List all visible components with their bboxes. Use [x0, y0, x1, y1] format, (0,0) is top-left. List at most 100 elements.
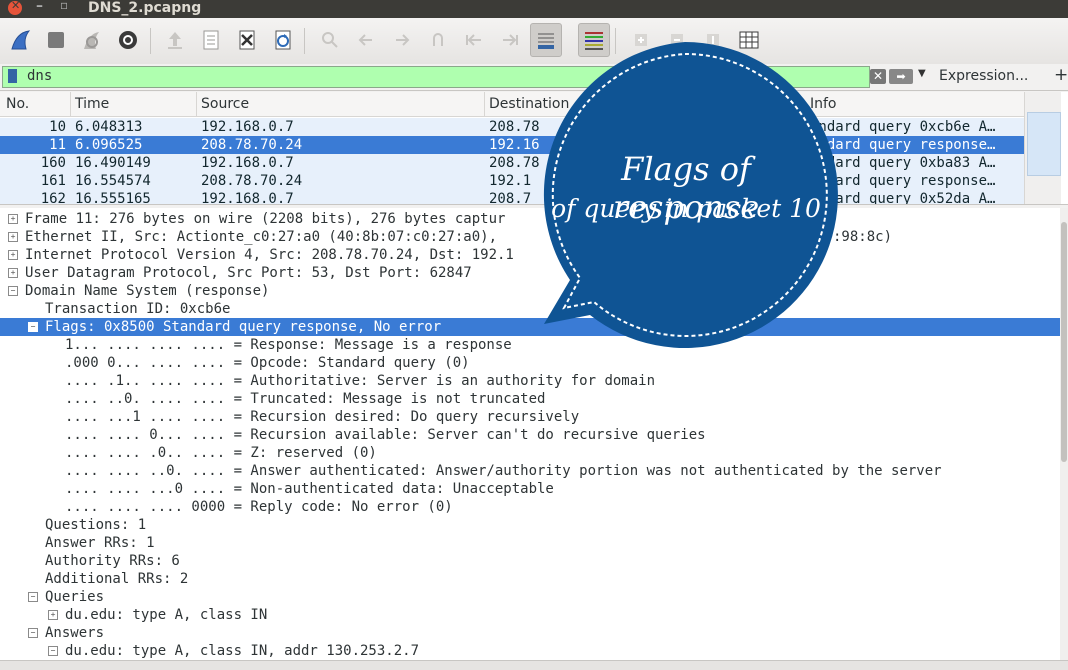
- detail-tree-item[interactable]: − du.edu: type A, class IN, addr 130.253.…: [0, 642, 1060, 660]
- packet-source: 192.168.0.7: [201, 119, 294, 135]
- collapse-icon[interactable]: −: [48, 646, 58, 656]
- stop-icon[interactable]: [41, 24, 71, 56]
- detail-tree-text: Transaction ID: 0xcb6e: [45, 301, 231, 317]
- window-maximize-button[interactable]: ▫: [60, 0, 68, 12]
- last-packet-icon[interactable]: [495, 24, 525, 56]
- packet-number: 11: [49, 137, 66, 153]
- packet-time: 16.555165: [75, 191, 151, 205]
- window-titlebar: ✕ – ▫ DNS_2.pcapng: [0, 0, 1068, 18]
- packet-row[interactable]: 162 16.555165 192.168.0.7 208.7 andard query…: [0, 190, 1024, 205]
- display-filter-value: dns: [27, 68, 53, 84]
- callout-subtitle: of query in packet 10: [551, 194, 821, 223]
- toolbar-separator: [304, 28, 305, 54]
- detail-tree-item[interactable]: .... ...1 .... .... = Recursion desired:…: [0, 408, 1060, 426]
- first-packet-icon[interactable]: [459, 24, 489, 56]
- detail-tree-item[interactable]: Authority RRs: 6: [0, 552, 1060, 570]
- detail-tree-text: Ethernet II, Src: Actionte_c0:27:a0 (40:…: [25, 229, 498, 245]
- find-icon[interactable]: [315, 24, 345, 56]
- detail-tree-item[interactable]: .... .... ..0. .... = Answer authenticat…: [0, 462, 1060, 480]
- detail-tree-item[interactable]: .... .... .0.. .... = Z: reserved (0): [0, 444, 1060, 462]
- detail-tree-item[interactable]: .... .... ...0 .... = Non-authenticated …: [0, 480, 1060, 498]
- close-file-icon[interactable]: [232, 24, 262, 56]
- window-close-button[interactable]: ✕: [8, 0, 22, 15]
- detail-tree-text: Answer RRs: 1: [45, 535, 155, 551]
- column-divider[interactable]: [70, 92, 71, 116]
- detail-tree-item[interactable]: .... .... 0... .... = Recursion availabl…: [0, 426, 1060, 444]
- detail-tree-item[interactable]: .... .... .... 0000 = Reply code: No err…: [0, 498, 1060, 516]
- expand-icon[interactable]: +: [8, 232, 18, 242]
- packet-list-scroll-thumb[interactable]: [1027, 112, 1061, 176]
- shark-fin-start-icon[interactable]: [6, 24, 36, 56]
- goto-packet-icon[interactable]: [423, 24, 453, 56]
- packet-row[interactable]: 160 16.490149 192.168.0.7 208.78 andard quer…: [0, 154, 1024, 172]
- detail-tree-text: .... .1.. .... .... = Authoritative: Ser…: [65, 373, 656, 389]
- packet-time: 16.554574: [75, 173, 151, 189]
- packet-destination: 192.1: [489, 173, 532, 189]
- detail-tree-text: .... .... ..0. .... = Answer authenticat…: [65, 463, 942, 479]
- detail-tree-text: .... .... ...0 .... = Non-authenticated …: [65, 481, 554, 497]
- packet-row[interactable]: 161 16.554574 208.78.70.24 192.1 andard quer…: [0, 172, 1024, 190]
- detail-tree-item[interactable]: Questions: 1: [0, 516, 1060, 534]
- details-scroll-thumb[interactable]: [1061, 222, 1067, 462]
- detail-tree-text-tail: :98:8c): [833, 229, 893, 245]
- packet-number: 162: [40, 191, 66, 205]
- collapse-icon[interactable]: −: [28, 628, 38, 638]
- column-divider[interactable]: [196, 92, 197, 116]
- apply-filter-button[interactable]: ➡: [889, 69, 913, 84]
- expand-icon[interactable]: +: [8, 268, 18, 278]
- packet-time: 6.048313: [75, 119, 143, 135]
- packet-source: 208.78.70.24: [201, 173, 303, 189]
- clear-filter-button[interactable]: ✕: [870, 69, 886, 84]
- detail-tree-text: .... ...1 .... .... = Recursion desired:…: [65, 409, 580, 425]
- detail-tree-item[interactable]: − Queries: [0, 588, 1060, 606]
- detail-tree-text: .... ..0. .... .... = Truncated: Message…: [65, 391, 546, 407]
- forward-icon[interactable]: [387, 24, 417, 56]
- collapse-icon[interactable]: −: [8, 286, 18, 296]
- column-divider[interactable]: [484, 92, 485, 116]
- detail-tree-item[interactable]: + du.edu: type A, class IN: [0, 606, 1060, 624]
- detail-tree-text: Domain Name System (response): [25, 283, 270, 299]
- close-icon: ✕: [11, 0, 21, 12]
- details-scrollbar[interactable]: [1060, 208, 1068, 660]
- detail-tree-item[interactable]: Answer RRs: 1: [0, 534, 1060, 552]
- packet-row[interactable]: 10 6.048313 192.168.0.7 208.78 andard query …: [0, 118, 1024, 136]
- add-filter-button[interactable]: +: [1054, 65, 1068, 85]
- column-header-time[interactable]: Time: [75, 96, 109, 112]
- detail-tree-text: Additional RRs: 2: [45, 571, 189, 587]
- collapse-icon[interactable]: −: [28, 592, 38, 602]
- column-header-source[interactable]: Source: [201, 96, 249, 112]
- bookmark-icon[interactable]: [8, 69, 17, 83]
- detail-tree-text: Flags: 0x8500 Standard query response, N…: [45, 319, 442, 335]
- save-file-icon[interactable]: [196, 24, 226, 56]
- expression-button[interactable]: Expression...: [939, 68, 1028, 84]
- collapse-icon[interactable]: −: [28, 322, 38, 332]
- detail-tree-text: 1... .... .... .... = Response: Message …: [65, 337, 512, 353]
- back-icon[interactable]: [351, 24, 381, 56]
- open-file-icon[interactable]: [160, 24, 190, 56]
- packet-number: 160: [40, 155, 66, 171]
- packet-number: 161: [40, 173, 66, 189]
- expand-icon[interactable]: +: [8, 250, 18, 260]
- reload-file-icon[interactable]: [268, 24, 298, 56]
- window-minimize-button[interactable]: –: [36, 0, 43, 14]
- packet-source: 192.168.0.7: [201, 191, 294, 205]
- detail-tree-text: du.edu: type A, class IN, addr 130.253.2…: [65, 643, 420, 659]
- detail-tree-item[interactable]: .... ..0. .... .... = Truncated: Message…: [0, 390, 1060, 408]
- packet-list-scrollbar[interactable]: [1024, 92, 1061, 204]
- detail-tree-item[interactable]: Additional RRs: 2: [0, 570, 1060, 588]
- detail-tree-text: .... .... .... 0000 = Reply code: No err…: [65, 499, 453, 515]
- restart-icon[interactable]: [77, 24, 107, 56]
- detail-tree-item[interactable]: .000 0... .... .... = Opcode: Standard q…: [0, 354, 1060, 372]
- expand-icon[interactable]: +: [8, 214, 18, 224]
- column-header-no[interactable]: No.: [6, 96, 29, 112]
- options-gear-icon[interactable]: [113, 24, 143, 56]
- detail-tree-text: Answers: [45, 625, 105, 641]
- detail-tree-item[interactable]: .... .1.. .... .... = Authoritative: Ser…: [0, 372, 1060, 390]
- packet-time: 16.490149: [75, 155, 151, 171]
- detail-tree-item[interactable]: − Answers: [0, 624, 1060, 642]
- expand-icon[interactable]: +: [48, 610, 58, 620]
- packet-row[interactable]: 11 6.096525 208.78.70.24 192.16 andard query…: [0, 136, 1024, 154]
- packet-time: 6.096525: [75, 137, 143, 153]
- filter-history-dropdown[interactable]: ▼: [918, 68, 926, 79]
- packet-number: 10: [49, 119, 66, 135]
